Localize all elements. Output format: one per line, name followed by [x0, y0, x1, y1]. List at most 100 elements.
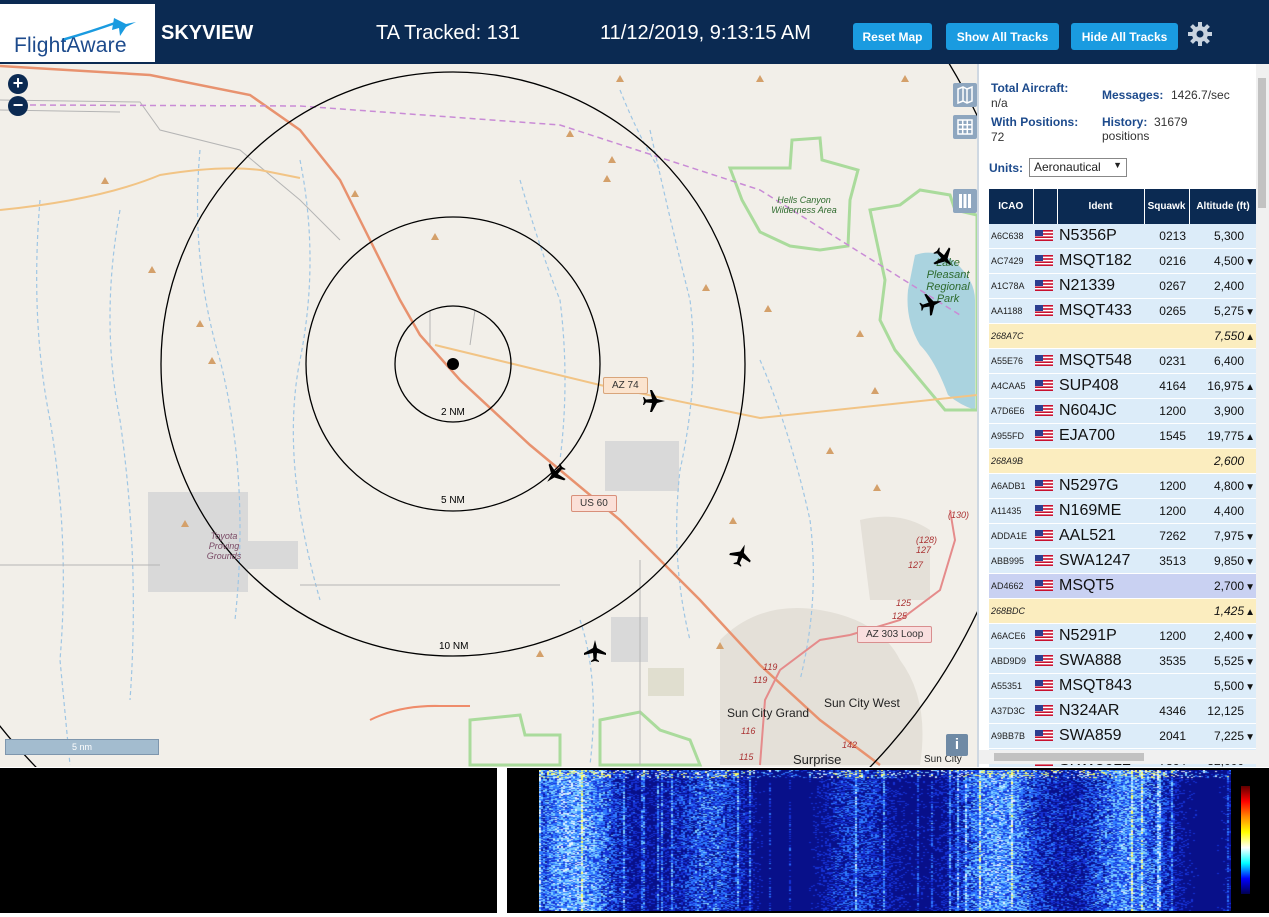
table-row[interactable]: A4CAA5 SUP408 4164 16,975▲ [989, 373, 1257, 399]
column-header-flag[interactable] [1033, 189, 1058, 224]
cell-altitude: 7,975▼ [1189, 523, 1257, 549]
cell-ident: SWA1247 [1057, 548, 1144, 574]
us-flag-icon [1035, 430, 1053, 442]
place-label: Toyota Proving Grounds [206, 531, 242, 561]
altitude-trend-icon: ▲ [1245, 332, 1255, 343]
cell-icao: AD4662 [989, 573, 1033, 599]
total-aircraft-value: n/a [991, 96, 1008, 110]
info-button[interactable]: i [946, 734, 968, 756]
cell-icao: A1C78A [989, 273, 1033, 299]
cell-flag [1033, 224, 1057, 249]
cell-ident: EJA700 [1057, 423, 1144, 449]
table-row[interactable]: A955FD EJA700 1545 19,775▲ [989, 423, 1257, 449]
cell-altitude: 1,425▲ [1189, 598, 1257, 624]
column-header-altitude[interactable]: Altitude (ft) [1189, 189, 1258, 224]
grid-toggle-icon[interactable] [953, 115, 977, 139]
table-row[interactable]: AD4662 MSQT5 2,700▼ [989, 573, 1257, 599]
cell-squawk: 0231 [1144, 348, 1189, 374]
cell-ident: N5356P [1057, 224, 1144, 249]
table-horizontal-scrollbar[interactable] [979, 750, 1256, 764]
cell-icao: A6ADB1 [989, 473, 1033, 499]
hide-all-tracks-button[interactable]: Hide All Tracks [1071, 23, 1178, 50]
us-flag-icon [1035, 705, 1053, 717]
us-flag-icon [1035, 355, 1053, 367]
us-flag-icon [1035, 730, 1053, 742]
table-row[interactable]: A9BB7B SWA859 2041 7,225▼ [989, 723, 1257, 749]
cell-altitude: 12,125 [1189, 698, 1257, 724]
airplane-icon[interactable] [641, 388, 667, 414]
cell-icao: A6ACE6 [989, 623, 1033, 649]
scrollbar-thumb[interactable] [1258, 78, 1266, 208]
route-number: 125 [896, 598, 912, 608]
total-aircraft-label: Total Aircraft: [991, 81, 1069, 95]
gear-icon[interactable] [1187, 21, 1213, 47]
altitude-value: 2,700 [1213, 579, 1244, 593]
reset-map-button[interactable]: Reset Map [853, 23, 932, 50]
zoom-in-button[interactable]: + [8, 74, 28, 94]
table-row[interactable]: ADDA1E AAL521 7262 7,975▼ [989, 523, 1257, 549]
altitude-trend-icon: ▼ [1245, 657, 1255, 668]
cell-altitude: 3,900 [1189, 398, 1257, 424]
app-title: SKYVIEW [161, 22, 254, 44]
airplane-icon[interactable] [542, 461, 568, 487]
spectrum-waterfall [539, 770, 1231, 911]
cell-icao: ABD9D9 [989, 648, 1033, 674]
airplane-icon[interactable] [728, 542, 754, 568]
table-row[interactable]: A11435 N169ME 1200 4,400 [989, 498, 1257, 524]
columns-toggle-icon[interactable] [953, 189, 977, 213]
table-row[interactable]: A7D6E6 N604JC 1200 3,900 [989, 398, 1257, 424]
route-number: 119 [753, 675, 768, 685]
cell-ident: AAL521 [1057, 523, 1144, 549]
cell-icao: 268BDC [989, 598, 1033, 624]
cell-icao: ABB995 [989, 548, 1033, 574]
cell-squawk: 0267 [1144, 273, 1189, 299]
table-row[interactable]: A1C78A N21339 0267 2,400 [989, 273, 1257, 299]
altitude-trend-icon: ▲ [1245, 432, 1255, 443]
table-row[interactable]: AC7429 MSQT182 0216 4,500▼ [989, 248, 1257, 274]
us-flag-icon [1035, 680, 1053, 692]
column-header-icao[interactable]: ICAO [989, 189, 1034, 224]
cell-altitude: 6,400 [1189, 348, 1257, 374]
route-number: 127 [916, 545, 932, 555]
column-header-ident[interactable]: Ident [1057, 189, 1145, 224]
table-row[interactable]: 268BDC 1,425▲ [989, 598, 1257, 624]
place-label: Hells Canyon Wilderness Area [771, 195, 837, 215]
airplane-icon[interactable] [931, 245, 957, 271]
table-row[interactable]: A55E76 MSQT548 0231 6,400 [989, 348, 1257, 374]
table-row[interactable]: A6ADB1 N5297G 1200 4,800▼ [989, 473, 1257, 499]
cell-icao: A6C638 [989, 224, 1033, 249]
table-row[interactable]: A55351 MSQT843 5,500▼ [989, 673, 1257, 699]
altitude-value: 2,400 [1213, 629, 1244, 643]
table-row[interactable]: A6ACE6 N5291P 1200 2,400▼ [989, 623, 1257, 649]
map-layers-icon[interactable] [953, 83, 977, 107]
map-view[interactable]: 2 NM 5 NM 10 NM AZ 74 US 60 AZ 303 Loop … [0, 64, 977, 767]
altitude-value: 3,900 [1213, 404, 1244, 418]
sidebar-vertical-scrollbar[interactable] [1256, 64, 1269, 767]
airplane-icon[interactable] [918, 291, 944, 317]
cell-ident [1057, 448, 1144, 474]
cell-flag [1033, 448, 1057, 474]
zoom-out-button[interactable]: − [8, 96, 28, 116]
table-row[interactable]: A6C638 N5356P 0213 5,300 [989, 224, 1257, 249]
table-row[interactable]: 268A9B 2,600 [989, 448, 1257, 474]
airplane-icon[interactable] [582, 638, 608, 664]
table-row[interactable]: A37D3C N324AR 4346 12,125 [989, 698, 1257, 724]
table-row[interactable]: 268A7C 7,550▲ [989, 323, 1257, 349]
cell-ident: N21339 [1057, 273, 1144, 299]
chevron-down-icon: ▼ [1113, 160, 1122, 170]
column-header-squawk[interactable]: Squawk [1144, 189, 1190, 224]
table-row[interactable]: ABB995 SWA1247 3513 9,850▼ [989, 548, 1257, 574]
altitude-trend-icon: ▼ [1245, 482, 1255, 493]
place-label: Sun City West [824, 696, 900, 710]
show-all-tracks-button[interactable]: Show All Tracks [946, 23, 1059, 50]
altitude-trend-icon: ▼ [1245, 682, 1255, 693]
table-row[interactable]: AA1188 MSQT433 0265 5,275▼ [989, 298, 1257, 324]
flightaware-logo[interactable]: FlightAware [0, 4, 155, 62]
scrollbar-thumb[interactable] [994, 753, 1144, 761]
cell-icao: AA1188 [989, 298, 1033, 324]
units-select[interactable]: Aeronautical ▼ [1029, 158, 1127, 177]
cell-altitude: 5,300 [1189, 224, 1257, 249]
cell-icao: A9BB7B [989, 723, 1033, 749]
table-row[interactable]: ABD9D9 SWA888 3535 5,525▼ [989, 648, 1257, 674]
cell-icao: A11435 [989, 498, 1033, 524]
